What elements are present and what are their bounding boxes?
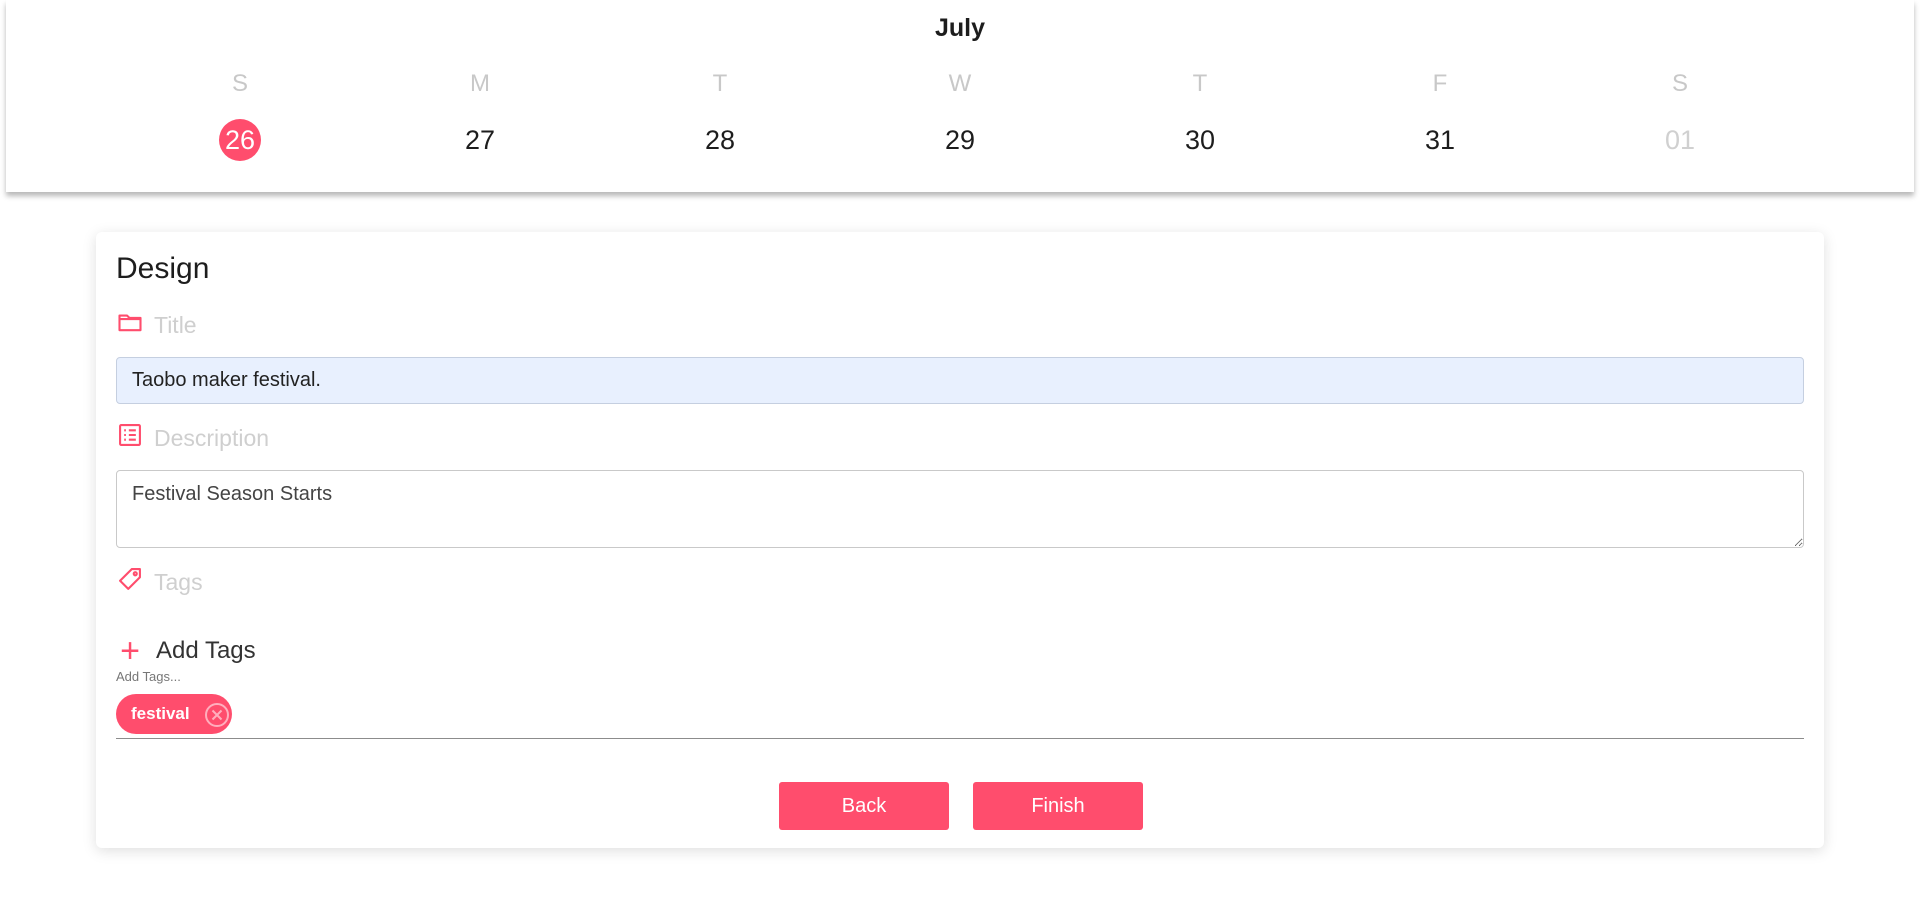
weekday-label-thu: T <box>1192 70 1208 97</box>
day-cell[interactable]: 29 <box>900 119 1020 161</box>
day-number: 28 <box>704 124 736 155</box>
weekday-label-fri: F <box>1432 70 1448 97</box>
day-number: 30 <box>1184 124 1216 155</box>
plus-icon: + <box>120 632 140 670</box>
finish-button[interactable]: Finish <box>973 782 1143 830</box>
weekday-label-wed: W <box>948 70 972 97</box>
tags-label-row: Tags <box>116 565 203 599</box>
day-number: 31 <box>1424 124 1456 155</box>
weekday-label-tue: T <box>712 70 728 97</box>
day-cell[interactable]: 27 <box>420 119 540 161</box>
title-label: Title <box>154 311 197 338</box>
description-label: Description <box>154 424 270 451</box>
description-textarea[interactable]: Festival Season Starts <box>116 470 1804 548</box>
tag-chip-label: festival <box>131 704 190 723</box>
tag-chip: festival <box>116 694 232 734</box>
day-cell[interactable]: 28 <box>660 119 780 161</box>
day-cell-selected[interactable]: 26 <box>180 119 300 161</box>
weekday-label-sat: S <box>1671 70 1688 97</box>
tags-input-underline <box>116 738 1804 739</box>
folder-icon <box>116 308 144 342</box>
day-number: 01 <box>1664 124 1696 155</box>
day-cell[interactable]: 30 <box>1140 119 1260 161</box>
tag-icon <box>116 565 144 599</box>
back-button[interactable]: Back <box>779 782 949 830</box>
form-heading: Design <box>116 252 210 285</box>
day-number: 29 <box>944 124 976 155</box>
day-number: 27 <box>464 124 496 155</box>
description-label-row: Description <box>116 421 269 455</box>
calendar-week-header: July S M T W T F S 26 27 28 29 30 31 01 <box>6 0 1914 192</box>
event-form-card: Design Title Description Festival Season… <box>96 232 1824 848</box>
day-cell-next-month[interactable]: 01 <box>1620 119 1740 161</box>
day-number: 26 <box>219 119 261 161</box>
add-tags-button[interactable]: + Add Tags <box>116 634 256 668</box>
tags-label: Tags <box>154 568 203 595</box>
month-title: July <box>934 14 986 42</box>
tags-input-hint: Add Tags... <box>116 669 181 684</box>
weekday-label-mon: M <box>470 70 490 97</box>
close-circle-icon[interactable] <box>204 702 230 728</box>
title-label-row: Title <box>116 308 197 342</box>
weekday-label-sun: S <box>231 70 248 97</box>
add-tags-label: Add Tags <box>156 637 256 664</box>
day-cell[interactable]: 31 <box>1380 119 1500 161</box>
list-icon <box>116 421 144 455</box>
title-input[interactable] <box>116 357 1804 404</box>
